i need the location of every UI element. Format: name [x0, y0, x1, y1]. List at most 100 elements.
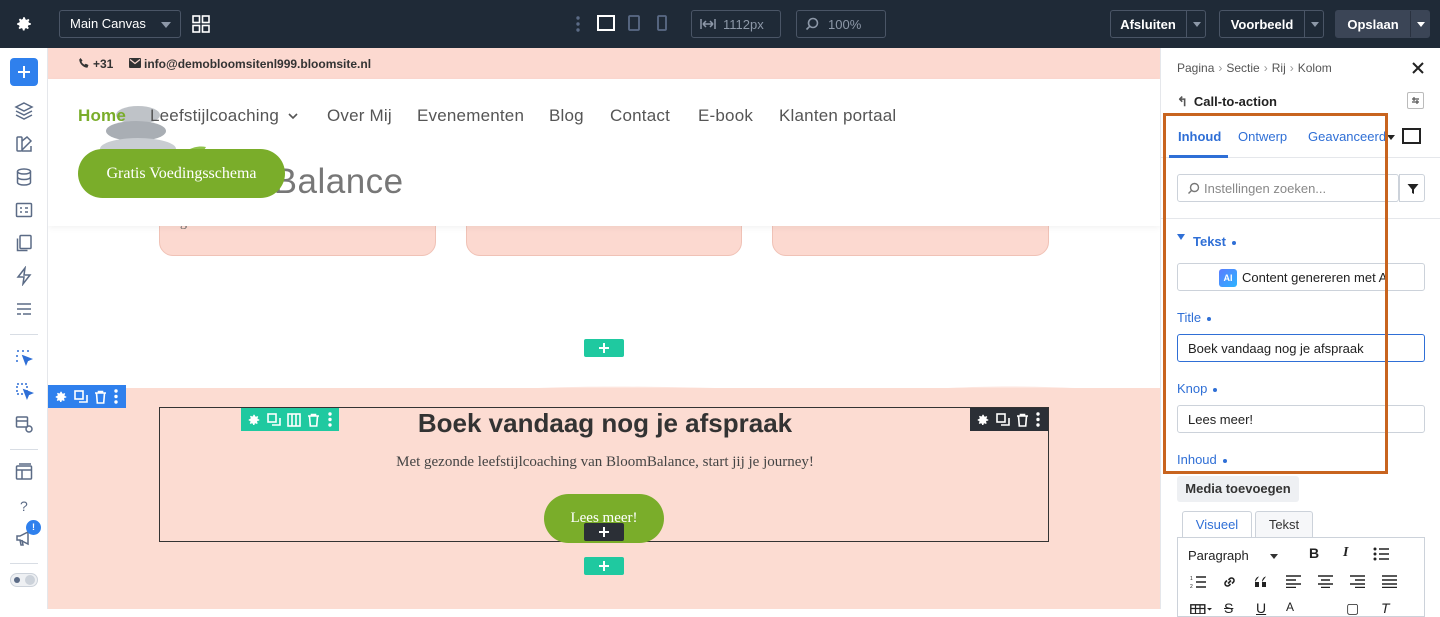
select-cursor-icon[interactable]	[14, 348, 34, 368]
align-left-icon[interactable]	[1286, 575, 1301, 588]
align-center-icon[interactable]	[1318, 575, 1333, 588]
row-duplicate-icon[interactable]	[267, 413, 281, 427]
settings-gear-icon[interactable]	[15, 15, 33, 33]
help-icon[interactable]: ?	[14, 496, 34, 516]
filter-button[interactable]	[1399, 174, 1425, 202]
module-more-icon[interactable]	[1036, 412, 1040, 427]
chevron-down-icon[interactable]	[288, 113, 298, 120]
add-module-button[interactable]	[584, 523, 624, 541]
chevron-down-icon[interactable]	[1417, 22, 1425, 27]
preview-button[interactable]: Voorbeeld	[1219, 10, 1324, 38]
multi-select-icon[interactable]	[14, 381, 34, 401]
nav-e-book[interactable]: E-book	[698, 106, 753, 126]
email-link[interactable]: info@demobloomsitenl999.bloomsite.nl	[144, 57, 371, 71]
align-justify-icon[interactable]	[1382, 575, 1397, 588]
footer-layout-icon[interactable]	[14, 299, 34, 319]
save-label: Opslaan	[1347, 17, 1399, 32]
row-columns-icon[interactable]	[287, 413, 301, 427]
design-palette-icon[interactable]	[14, 134, 34, 154]
phone-number[interactable]: +31	[93, 57, 113, 71]
back-arrow-icon[interactable]: ↰	[1177, 94, 1188, 109]
rich-text-editor[interactable]: Paragraph B I 12 S U A ▢ T	[1177, 537, 1425, 617]
collapse-panel-icon[interactable]	[1407, 92, 1424, 109]
table-icon[interactable]	[1190, 604, 1212, 614]
form-icon[interactable]	[14, 200, 34, 220]
module-settings-icon[interactable]	[976, 413, 990, 427]
section-delete-trash-icon[interactable]	[94, 390, 107, 404]
chevron-down-icon[interactable]	[1387, 135, 1395, 140]
align-right-icon[interactable]	[1350, 575, 1365, 588]
database-icon[interactable]	[14, 167, 34, 187]
contact-strip: +31 info@demobloomsitenl999.bloomsite.nl	[48, 48, 1160, 79]
breadcrumb-column[interactable]: Kolom	[1298, 61, 1332, 75]
strikethrough-icon[interactable]: S	[1224, 600, 1233, 616]
row-more-icon[interactable]	[328, 412, 332, 427]
cta-module[interactable]: Boek vandaag nog je afspraak Met gezonde…	[159, 407, 1049, 543]
templates-icon[interactable]	[14, 462, 34, 482]
section-more-icon[interactable]	[114, 389, 118, 404]
nav-over-mij[interactable]: Over Mij	[327, 106, 392, 126]
tablet-view-icon[interactable]	[628, 15, 640, 31]
bold-icon[interactable]: B	[1309, 545, 1319, 561]
breadcrumb-page[interactable]: Pagina	[1177, 61, 1214, 75]
row-settings-icon[interactable]	[247, 413, 261, 427]
section-settings-icon[interactable]	[54, 390, 68, 404]
chevron-down-icon[interactable]	[1311, 22, 1319, 27]
svg-text:2: 2	[1190, 584, 1193, 589]
plus-icon	[18, 66, 30, 78]
row-delete-trash-icon[interactable]	[307, 413, 320, 427]
bullet-list-icon[interactable]	[1373, 547, 1389, 561]
module-delete-trash-icon[interactable]	[1016, 413, 1029, 427]
chevron-down-icon	[161, 22, 171, 28]
layers-icon[interactable]	[14, 101, 34, 121]
nav-klanten-portaal[interactable]: Klanten portaal	[779, 106, 896, 126]
section-toolbar	[48, 385, 126, 408]
plus-icon	[599, 343, 609, 353]
close-icon[interactable]	[1412, 62, 1424, 74]
paragraph-format-select[interactable]: Paragraph	[1188, 548, 1249, 563]
grid-layout-icon[interactable]	[192, 15, 210, 33]
numbered-list-icon[interactable]: 12	[1190, 575, 1206, 589]
editor-tab-visual[interactable]: Visueel	[1182, 511, 1252, 538]
nav-home[interactable]: Home	[78, 106, 126, 126]
add-element-button[interactable]	[10, 58, 38, 86]
zoom-input[interactable]: 100%	[796, 10, 886, 38]
mobile-view-icon[interactable]	[657, 15, 667, 31]
editor-tab-text[interactable]: Tekst	[1255, 511, 1313, 538]
module-duplicate-icon[interactable]	[996, 413, 1010, 427]
breadcrumb-row[interactable]: Rij	[1272, 61, 1286, 75]
underline-icon[interactable]: U	[1256, 600, 1266, 616]
nav-leefstijlcoaching[interactable]: Leefstijlcoaching	[150, 106, 279, 126]
add-row-button[interactable]	[584, 557, 624, 575]
text-color-icon[interactable]: A	[1286, 600, 1294, 614]
highlight-box	[1163, 113, 1388, 474]
header-cta-button[interactable]: Gratis Voedingsschema	[78, 149, 285, 198]
expand-panel-icon[interactable]	[1402, 128, 1421, 144]
clear-formatting-icon[interactable]: T	[1381, 600, 1390, 616]
blockquote-icon[interactable]	[1254, 575, 1269, 589]
close-editor-button[interactable]: Afsluiten	[1110, 10, 1206, 38]
chevron-down-icon[interactable]	[1193, 22, 1201, 27]
add-section-button[interactable]	[584, 339, 624, 357]
section-duplicate-icon[interactable]	[74, 390, 88, 404]
add-media-button[interactable]: Media toevoegen	[1177, 476, 1299, 502]
preview-toggle-icon[interactable]	[14, 414, 34, 434]
canvas-width-input[interactable]: 1112px	[691, 10, 781, 38]
nav-evenementen[interactable]: Evenementen	[417, 106, 524, 126]
button-divider	[1304, 11, 1305, 37]
pages-icon[interactable]	[14, 233, 34, 253]
lightning-icon[interactable]	[14, 266, 34, 286]
drag-handle-icon[interactable]	[575, 15, 581, 33]
chevron-down-icon[interactable]	[1270, 554, 1278, 559]
italic-icon[interactable]: I	[1343, 545, 1348, 561]
breadcrumb: Pagina › Sectie › Rij › Kolom	[1177, 61, 1332, 75]
module-toolbar	[970, 408, 1048, 431]
canvas-select[interactable]: Main Canvas	[59, 10, 181, 38]
desktop-view-icon[interactable]	[597, 15, 615, 31]
save-button[interactable]: Opslaan	[1335, 10, 1430, 38]
link-icon[interactable]	[1222, 575, 1237, 589]
nav-contact[interactable]: Contact	[610, 106, 670, 126]
breadcrumb-section[interactable]: Sectie	[1226, 61, 1259, 75]
nav-blog[interactable]: Blog	[549, 106, 584, 126]
theme-toggle-icon[interactable]	[10, 573, 38, 587]
